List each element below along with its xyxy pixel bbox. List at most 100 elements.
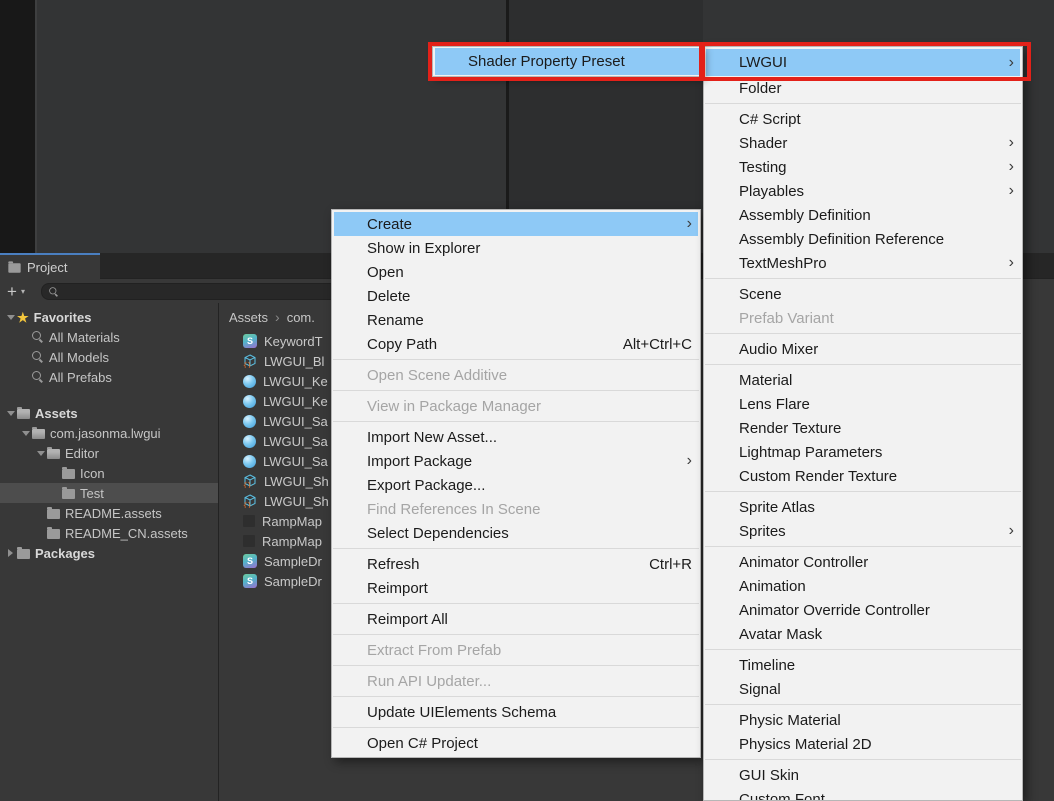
tree-item-favorites[interactable]: ★ Favorites	[0, 307, 218, 327]
context-menu-item-run-api-updater[interactable]: Run API Updater...	[332, 669, 700, 693]
context-menu-item-reimport-all[interactable]: Reimport All	[332, 607, 700, 631]
folder-icon	[8, 263, 20, 273]
create-submenu-item-lightmap-parameters[interactable]: Lightmap Parameters	[704, 440, 1022, 464]
context-menu-item-create[interactable]: Create›	[334, 212, 698, 236]
tree-item-all-models[interactable]: All Models	[0, 347, 218, 367]
context-menu-item-update-uielements-schema[interactable]: Update UIElements Schema	[332, 700, 700, 724]
material-sphere-icon	[243, 375, 256, 388]
tree-item-all-prefabs[interactable]: All Prefabs	[0, 367, 218, 387]
context-menu-item-import-new-asset[interactable]: Import New Asset...	[332, 425, 700, 449]
tree-item-com-jasonma-lwgui[interactable]: com.jasonma.lwgui	[0, 423, 218, 443]
context-menu-item-find-references-in-scene[interactable]: Find References In Scene	[332, 497, 700, 521]
search-icon	[49, 287, 59, 297]
create-submenu-item-audio-mixer[interactable]: Audio Mixer	[704, 337, 1022, 361]
context-menu-item-view-in-package-manager[interactable]: View in Package Manager	[332, 394, 700, 418]
expand-triangle-icon	[34, 451, 47, 456]
asset-name-label: SampleDr	[264, 574, 322, 589]
create-submenu-item-lens-flare[interactable]: Lens Flare	[704, 392, 1022, 416]
context-menu-item-extract-from-prefab[interactable]: Extract From Prefab	[332, 638, 700, 662]
material-sphere-icon	[243, 435, 256, 448]
breadcrumb-item-com[interactable]: com.	[287, 310, 315, 325]
context-menu-item-export-package[interactable]: Export Package...	[332, 473, 700, 497]
tree-item-readme-cn-assets[interactable]: README_CN.assets	[0, 523, 218, 543]
context-menu-item-open-c-project[interactable]: Open C# Project	[332, 731, 700, 755]
menu-item-label: Audio Mixer	[739, 341, 1014, 358]
menu-item-label: Copy Path	[367, 336, 605, 353]
create-submenu-item-sprites[interactable]: Sprites›	[704, 519, 1022, 543]
triangle-glyph	[37, 451, 45, 456]
context-menu-item-select-dependencies[interactable]: Select Dependencies	[332, 521, 700, 545]
tree-item-assets[interactable]: Assets	[0, 403, 218, 423]
create-submenu-item-custom-font[interactable]: Custom Font	[704, 787, 1022, 801]
tree-item-label: Assets	[35, 406, 78, 421]
material-sphere-icon	[243, 415, 256, 428]
context-menu-item-delete[interactable]: Delete	[332, 284, 700, 308]
menu-item-label: Refresh	[367, 556, 631, 573]
top-dark-zone	[509, 0, 703, 209]
tree-item-icon[interactable]: Icon	[0, 463, 218, 483]
create-submenu-item-assembly-definition[interactable]: Assembly Definition	[704, 203, 1022, 227]
tree-item-label: All Prefabs	[49, 370, 112, 385]
create-submenu-item-physics-material-2d[interactable]: Physics Material 2D	[704, 732, 1022, 756]
collapse-triangle-icon	[4, 549, 17, 557]
triangle-glyph	[7, 411, 15, 416]
context-menu-item-copy-path[interactable]: Copy PathAlt+Ctrl+C	[332, 332, 700, 356]
menu-item-label: Folder	[739, 80, 1014, 97]
submenu-arrow-icon: ›	[998, 183, 1014, 199]
context-menu-item-open-scene-additive[interactable]: Open Scene Additive	[332, 363, 700, 387]
create-submenu-separator	[705, 759, 1021, 760]
create-submenu-item-animation[interactable]: Animation	[704, 574, 1022, 598]
context-menu-item-import-package[interactable]: Import Package›	[332, 449, 700, 473]
asset-name-label: LWGUI_Ke	[263, 394, 328, 409]
create-submenu-item-assembly-definition-reference[interactable]: Assembly Definition Reference	[704, 227, 1022, 251]
tree-item-test[interactable]: Test	[0, 483, 218, 503]
create-submenu-item-shader[interactable]: Shader›	[704, 131, 1022, 155]
tree-item-label: All Models	[49, 350, 109, 365]
create-submenu-item-timeline[interactable]: Timeline	[704, 653, 1022, 677]
menu-item-label: C# Script	[739, 111, 1014, 128]
create-submenu-item-prefab-variant[interactable]: Prefab Variant	[704, 306, 1022, 330]
context-menu-item-reimport[interactable]: Reimport	[332, 576, 700, 600]
create-submenu-item-physic-material[interactable]: Physic Material	[704, 708, 1022, 732]
tree-item-editor[interactable]: Editor	[0, 443, 218, 463]
add-asset-button[interactable]: +	[7, 283, 17, 300]
tree-item-packages[interactable]: Packages	[0, 543, 218, 563]
context-menu-item-refresh[interactable]: RefreshCtrl+R	[332, 552, 700, 576]
menu-item-label: Import Package	[367, 453, 676, 470]
shader-cube-icon: {}	[243, 494, 257, 508]
create-submenu-item-material[interactable]: Material	[704, 368, 1022, 392]
asset-name-label: LWGUI_Sa	[263, 414, 328, 429]
create-submenu-item-animator-override-controller[interactable]: Animator Override Controller	[704, 598, 1022, 622]
context-menu-item-open[interactable]: Open	[332, 260, 700, 284]
create-submenu-item-avatar-mask[interactable]: Avatar Mask	[704, 622, 1022, 646]
tab-project[interactable]: Project	[0, 253, 100, 279]
create-submenu-item-testing[interactable]: Testing›	[704, 155, 1022, 179]
triangle-glyph	[22, 431, 30, 436]
create-submenu-item-c-script[interactable]: C# Script	[704, 107, 1022, 131]
asset-name-label: LWGUI_Ke	[263, 374, 328, 389]
create-submenu-item-scene[interactable]: Scene	[704, 282, 1022, 306]
menu-item-label: Assembly Definition	[739, 207, 1014, 224]
asset-name-label: SampleDr	[264, 554, 322, 569]
create-submenu-item-custom-render-texture[interactable]: Custom Render Texture	[704, 464, 1022, 488]
tree-item-readme-assets[interactable]: README.assets	[0, 503, 218, 523]
favorites-star-icon: ★	[17, 311, 29, 324]
create-submenu-item-playables[interactable]: Playables›	[704, 179, 1022, 203]
expand-triangle-icon	[4, 411, 17, 416]
search-query-icon	[32, 371, 44, 383]
context-menu-item-show-in-explorer[interactable]: Show in Explorer	[332, 236, 700, 260]
tree-item-label: Favorites	[34, 310, 92, 325]
create-submenu-item-textmeshpro[interactable]: TextMeshPro›	[704, 251, 1022, 275]
menu-item-label: Export Package...	[367, 477, 692, 494]
create-submenu-item-render-texture[interactable]: Render Texture	[704, 416, 1022, 440]
tree-item-all-materials[interactable]: All Materials	[0, 327, 218, 347]
create-submenu-item-animator-controller[interactable]: Animator Controller	[704, 550, 1022, 574]
create-submenu-item-gui-skin[interactable]: GUI Skin	[704, 763, 1022, 787]
create-submenu-item-sprite-atlas[interactable]: Sprite Atlas	[704, 495, 1022, 519]
context-menu-item-rename[interactable]: Rename	[332, 308, 700, 332]
create-submenu-item-signal[interactable]: Signal	[704, 677, 1022, 701]
breadcrumb-item-assets[interactable]: Assets	[229, 310, 268, 325]
chevron-down-icon[interactable]: ▾	[21, 287, 25, 296]
menu-item-label: Open Scene Additive	[367, 367, 692, 384]
menu-item-label: Testing	[739, 159, 998, 176]
